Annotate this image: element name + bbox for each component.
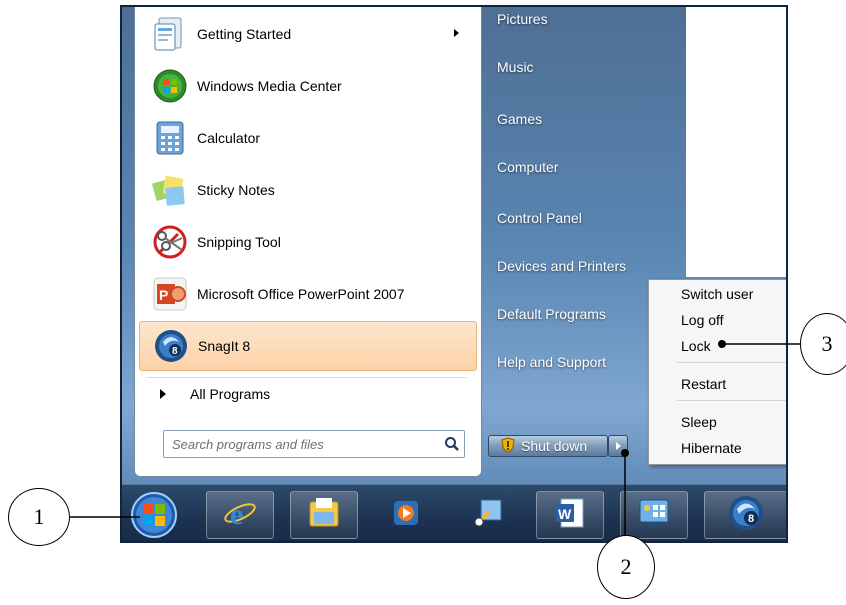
callout-3: 3 — [800, 313, 846, 375]
callout-number: 1 — [33, 504, 45, 529]
callout-1: 1 — [8, 488, 70, 546]
callout-lines — [70, 340, 800, 535]
callout-number: 3 — [821, 331, 833, 356]
callout-number: 2 — [620, 554, 632, 579]
callout-2: 2 — [597, 535, 655, 599]
